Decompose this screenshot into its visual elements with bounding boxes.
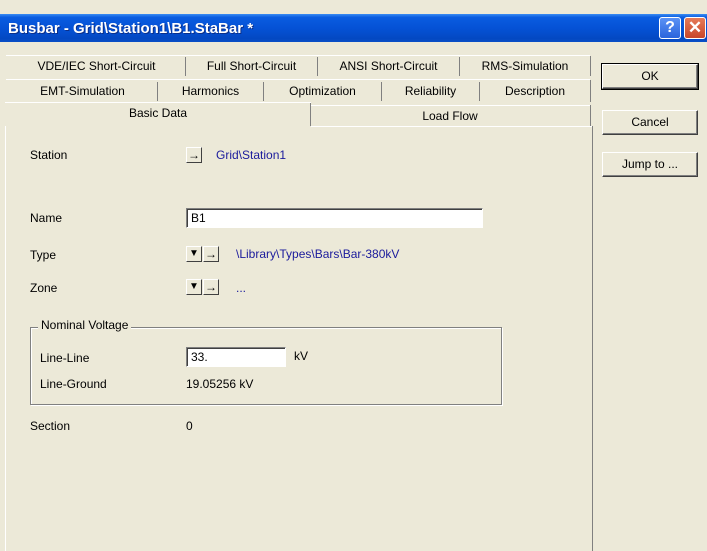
window-title: Busbar - Grid\Station1\B1.StaBar * (8, 20, 254, 37)
line-line-unit: kV (294, 349, 309, 363)
cancel-button[interactable]: Cancel (602, 110, 698, 135)
active-tab-shade (310, 103, 311, 126)
jump-to-button[interactable]: Jump to ... (602, 152, 698, 177)
zone-jump-arrow-icon[interactable]: → (203, 279, 219, 295)
tab-emt-simulation[interactable]: EMT-Simulation (8, 82, 158, 101)
tab-full-short-circuit[interactable]: Full Short-Circuit (186, 57, 318, 76)
active-tab-edge (5, 102, 311, 103)
station-label: Station (30, 148, 68, 162)
busbar-dialog: Busbar - Grid\Station1\B1.StaBar * ? ✕ V… (0, 0, 707, 551)
tab-harmonics[interactable]: Harmonics (158, 82, 264, 101)
line-line-label: Line-Line (40, 351, 90, 365)
tab-vde-iec-short-circuit[interactable]: VDE/IEC Short-Circuit (8, 57, 186, 76)
close-button[interactable]: ✕ (684, 17, 706, 39)
line-ground-label: Line-Ground (40, 377, 107, 391)
name-label: Name (30, 211, 63, 225)
tab-rms-simulation[interactable]: RMS-Simulation (460, 57, 590, 76)
load-flow-tab-edge (311, 105, 590, 106)
tab-optimization[interactable]: Optimization (264, 82, 382, 101)
tab-description[interactable]: Description (480, 82, 590, 101)
type-link[interactable]: \Library\Types\Bars\Bar-380kV (236, 247, 399, 261)
type-label: Type (30, 248, 57, 262)
tab-reliability[interactable]: Reliability (382, 82, 480, 101)
tab-row1-shade (590, 56, 591, 76)
tab-row2-shade (590, 80, 591, 102)
help-button[interactable]: ? (659, 17, 681, 39)
section-value: 0 (186, 419, 193, 433)
name-input[interactable]: B1 (186, 208, 483, 228)
nominal-voltage-title: Nominal Voltage (38, 318, 132, 332)
tab-basic-data[interactable]: Basic Data (6, 104, 310, 123)
tab-row1-edge (6, 55, 590, 56)
type-jump-arrow-icon[interactable]: → (203, 246, 219, 262)
station-link[interactable]: Grid\Station1 (216, 148, 286, 162)
tab-ansi-short-circuit[interactable]: ANSI Short-Circuit (318, 57, 460, 76)
station-jump-arrow-icon[interactable]: → (186, 147, 202, 163)
tab-load-flow[interactable]: Load Flow (310, 107, 590, 126)
zone-link[interactable]: ... (236, 281, 246, 295)
tab-row2-edge (6, 79, 590, 80)
zone-label: Zone (30, 281, 58, 295)
section-label: Section (30, 419, 71, 433)
zone-select-triangle-icon[interactable]: ▼ (186, 279, 202, 295)
type-select-triangle-icon[interactable]: ▼ (186, 246, 202, 262)
line-line-input[interactable]: 33. (186, 347, 286, 367)
load-flow-tab-shade (590, 105, 591, 126)
ok-button[interactable]: OK (601, 63, 699, 90)
line-ground-value: 19.05256 kV (186, 377, 254, 391)
top-strip (0, 0, 707, 14)
